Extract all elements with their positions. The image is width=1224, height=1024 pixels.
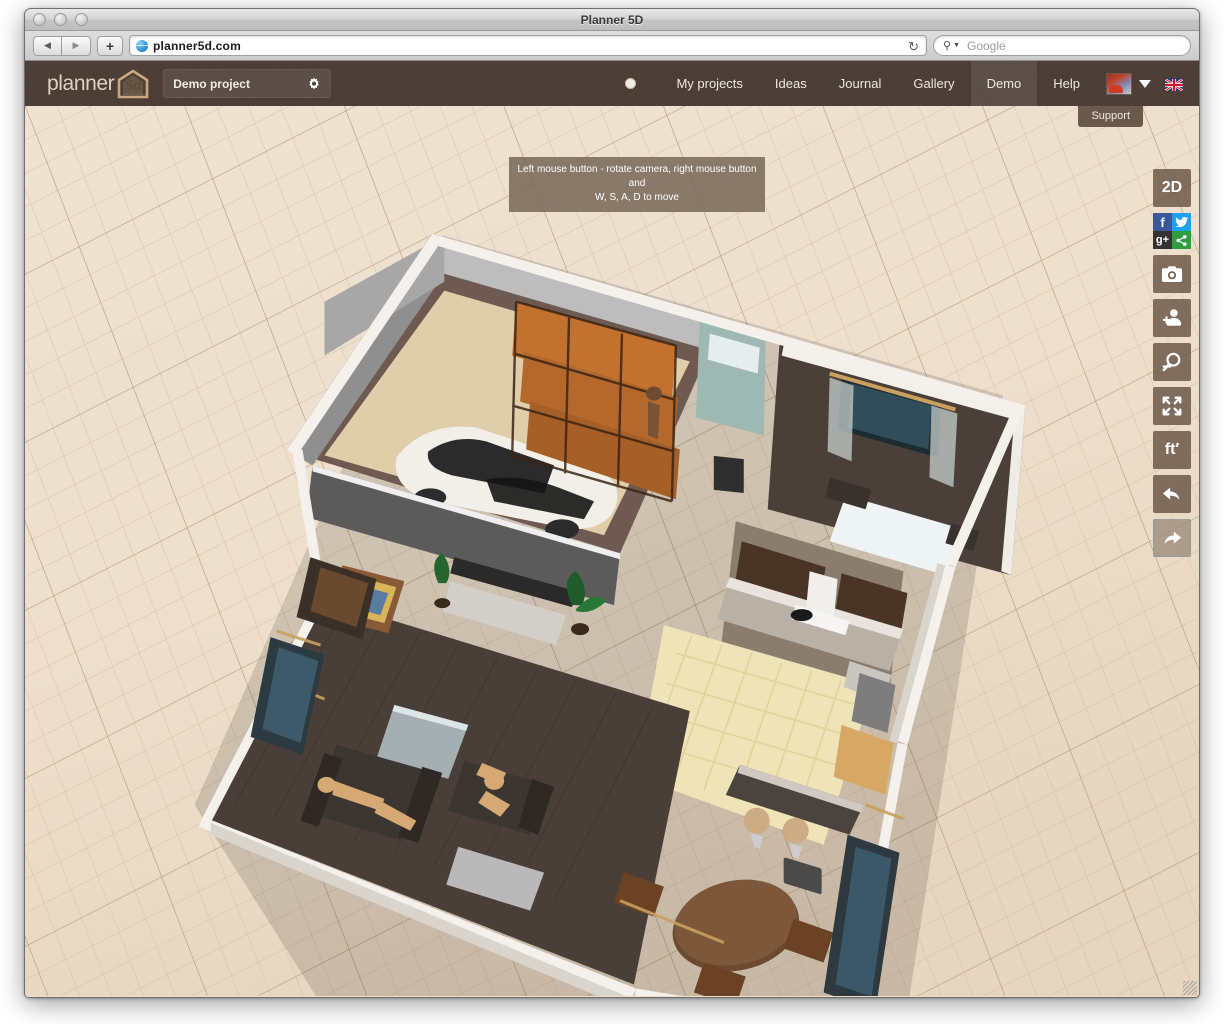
canvas-toolbar: 2D f g+ (1153, 169, 1191, 557)
screenshot-button[interactable] (1153, 255, 1191, 293)
navigation-buttons: ◀ ▶ (33, 36, 91, 56)
url-text: planner5d.com (153, 39, 241, 53)
header-navigation: My projects Ideas Journal Gallery Demo H… (625, 61, 1199, 106)
search-icon: ⚲ (943, 39, 951, 52)
redo-button[interactable] (1153, 519, 1191, 557)
nav-item-help[interactable]: Help (1037, 61, 1096, 106)
chevron-down-icon[interactable] (1139, 80, 1151, 88)
traffic-light-buttons[interactable] (33, 13, 88, 26)
grid-floor (25, 106, 1199, 996)
nav-item-journal[interactable]: Journal (823, 61, 898, 106)
nav-item-demo[interactable]: Demo (971, 61, 1038, 106)
window-title-bar: Planner 5D (25, 9, 1199, 31)
gear-icon[interactable] (307, 77, 321, 91)
logo-wordmark: planner (47, 72, 114, 96)
forward-button[interactable]: ▶ (62, 36, 91, 56)
social-share-group[interactable]: f g+ (1153, 213, 1191, 249)
tooltip-line-1: Left mouse button - rotate camera, right… (517, 163, 757, 191)
browser-window: Planner 5D ◀ ▶ + planner5d.com ↻ ⚲ ▼ Goo… (24, 8, 1200, 998)
twitter-icon[interactable] (1172, 213, 1191, 231)
logo-badge-text: 5d (125, 78, 141, 92)
nav-item-ideas[interactable]: Ideas (759, 61, 823, 106)
search-input[interactable]: ⚲ ▼ Google (933, 35, 1191, 56)
logo-house-icon: 5d DESIGN (117, 69, 149, 99)
floorplan-3d-canvas[interactable]: 2D f g+ (25, 106, 1199, 998)
back-button[interactable]: ◀ (33, 36, 62, 56)
reload-icon[interactable]: ↻ (908, 39, 919, 54)
add-person-button[interactable] (1153, 299, 1191, 337)
new-tab-button[interactable]: + (97, 36, 123, 56)
desktop-background: Planner 5D ◀ ▶ + planner5d.com ↻ ⚲ ▼ Goo… (0, 0, 1224, 1024)
search-placeholder: Google (967, 39, 1006, 53)
close-window-button[interactable] (33, 13, 46, 26)
language-flag-icon[interactable] (1165, 78, 1183, 90)
google-plus-icon[interactable]: g+ (1153, 231, 1172, 249)
view-mode-2d-button[interactable]: 2D (1153, 169, 1191, 207)
units-button[interactable]: ft′ (1153, 431, 1191, 469)
undo-button[interactable] (1153, 475, 1191, 513)
planner5d-app: planner 5d DESIGN Demo project (25, 61, 1199, 998)
status-dot-icon[interactable] (625, 78, 636, 89)
planner5d-logo[interactable]: planner 5d DESIGN (47, 69, 149, 99)
fullscreen-button[interactable] (1153, 387, 1191, 425)
support-tab[interactable]: Support (1078, 106, 1143, 127)
logo-subtext: DESIGN (117, 92, 149, 97)
address-bar[interactable]: planner5d.com ↻ (129, 35, 927, 56)
tooltip-line-2: W, S, A, D to move (517, 191, 757, 205)
facebook-icon[interactable]: f (1153, 213, 1172, 231)
window-resize-grip[interactable] (1183, 981, 1197, 995)
chevron-down-icon: ▼ (953, 42, 960, 49)
camera-controls-tooltip: Left mouse button - rotate camera, right… (509, 157, 765, 212)
zoom-window-button[interactable] (75, 13, 88, 26)
nav-item-gallery[interactable]: Gallery (897, 61, 970, 106)
app-header: planner 5d DESIGN Demo project (25, 61, 1199, 106)
avatar[interactable] (1106, 73, 1132, 95)
project-name-text: Demo project (173, 77, 250, 91)
globe-icon (136, 40, 148, 52)
share-icon[interactable] (1172, 231, 1191, 249)
browser-toolbar: ◀ ▶ + planner5d.com ↻ ⚲ ▼ Google (25, 31, 1199, 61)
minimize-window-button[interactable] (54, 13, 67, 26)
nav-item-my-projects[interactable]: My projects (660, 61, 758, 106)
zoom-out-button[interactable] (1153, 343, 1191, 381)
project-name-field[interactable]: Demo project (163, 69, 331, 98)
window-title: Planner 5D (25, 9, 1199, 31)
